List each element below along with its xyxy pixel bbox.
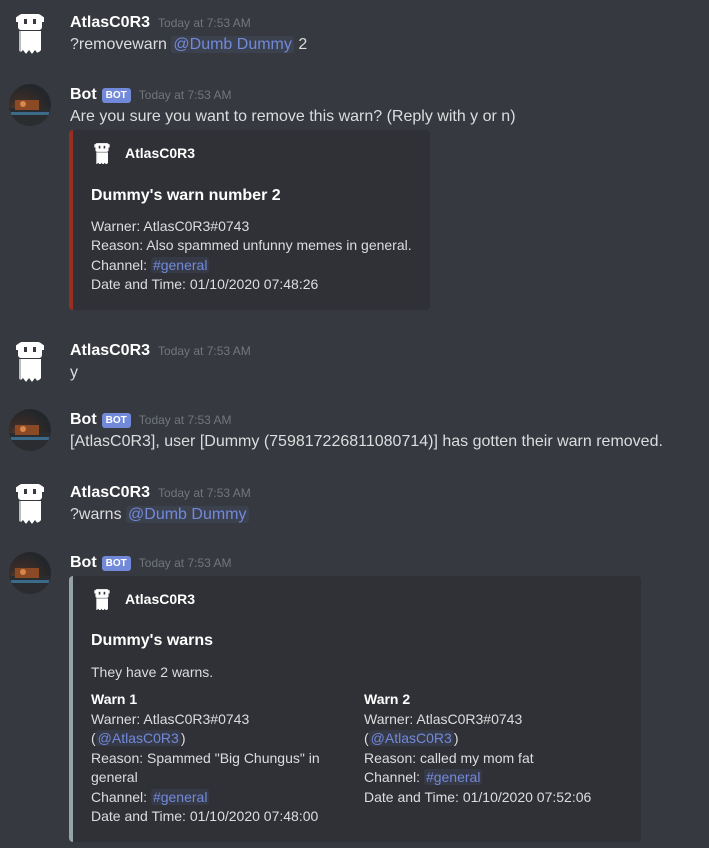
timestamp[interactable]: Today at 7:53 AM [158,344,251,358]
channel-link[interactable]: #general [423,769,483,785]
robot-author-icon [94,143,110,164]
embed-field-warn-1: Warn 1 Warner: AtlasC0R3#0743 (@AtlasC0R… [91,690,346,827]
embed-title: Dummy's warns [91,632,214,649]
channel-label: Channel: [91,257,148,273]
username[interactable]: AtlasC0R3 [70,484,150,502]
user-mention[interactable]: @Dumb Dummy [171,36,294,53]
warns-embed: AtlasC0R3 Dummy's warns They have 2 warn… [69,576,641,842]
user-mention[interactable]: @Dumb Dummy [126,506,249,523]
robot-avatar-icon [16,342,44,382]
embed-author: AtlasC0R3 [91,588,195,610]
user-mention[interactable]: @AtlasC0R3 [368,730,454,746]
bot-avatar-icon [9,100,51,126]
field-mention-line: (@AtlasC0R3) [364,729,634,749]
robot-avatar-icon [16,484,44,524]
paren-open: ( [364,730,369,746]
embed-author-name: AtlasC0R3 [125,591,196,607]
username[interactable]: Bot [70,411,97,429]
embed-channel-line: Channel: #general [91,257,210,273]
field-name: Warn 1 [91,691,138,707]
argument-text: 2 [298,36,308,53]
field-reason: Reason: Spammed "Big Chungus" in [91,749,320,766]
timestamp[interactable]: Today at 7:53 AM [139,413,232,427]
avatar[interactable] [9,340,51,382]
channel-link[interactable]: #general [150,788,210,805]
field-reason: Reason: called my mom fat [364,749,534,766]
message-content: ?removewarn @Dumb Dummy 2 [70,36,307,54]
username[interactable]: Bot [70,86,97,104]
embed-warner: Warner: AtlasC0R3#0743 [91,218,250,234]
message-content: Are you sure you want to remove this war… [70,108,516,125]
warn-embed: AtlasC0R3 Dummy's warn number 2 Warner: … [69,130,430,310]
field-channel-line: Channel: #general [364,768,634,788]
username[interactable]: AtlasC0R3 [70,342,150,360]
bot-tag: BOT [101,555,131,571]
username[interactable]: Bot [70,554,97,572]
field-warner: Warner: AtlasC0R3#0743 [91,710,250,727]
command-text: ?removewarn [70,36,167,53]
embed-description: They have 2 warns. [91,664,214,680]
bot-avatar-icon [9,425,51,451]
timestamp[interactable]: Today at 7:53 AM [139,556,232,570]
bot-tag: BOT [101,412,131,428]
bot-avatar-icon [9,568,51,594]
avatar[interactable] [9,409,51,451]
message-content: ?warns @Dumb Dummy [70,506,249,524]
message-content: [AtlasC0R3], user [Dummy (75981722681108… [70,433,663,450]
field-datetime: Date and Time: 01/10/2020 07:52:06 [364,788,592,805]
field-reason-cont: general [91,769,138,785]
robot-avatar-icon [16,14,44,54]
message-content: y [70,364,78,381]
timestamp[interactable]: Today at 7:53 AM [158,16,251,30]
field-mention-line: (@AtlasC0R3) [91,729,346,749]
embed-title: Dummy's warn number 2 [91,187,281,204]
channel-label: Channel: [91,788,148,805]
field-warner: Warner: AtlasC0R3#0743 [364,710,523,727]
avatar[interactable] [9,84,51,126]
user-mention[interactable]: @AtlasC0R3 [95,730,181,746]
paren-close: ) [180,730,186,746]
timestamp[interactable]: Today at 7:53 AM [158,486,251,500]
bot-tag: BOT [101,87,131,103]
paren-close: ) [453,730,459,746]
avatar[interactable] [9,482,51,524]
channel-label: Channel: [364,769,421,785]
timestamp[interactable]: Today at 7:53 AM [139,88,232,102]
embed-datetime: Date and Time: 01/10/2020 07:48:26 [91,276,319,292]
embed-author-name: AtlasC0R3 [125,145,196,161]
channel-link[interactable]: #general [150,257,210,273]
field-name: Warn 2 [364,691,411,707]
robot-author-icon [94,589,110,610]
embed-field-warn-2: Warn 2 Warner: AtlasC0R3#0743 (@AtlasC0R… [364,690,634,807]
command-text: ?warns [70,506,122,523]
paren-open: ( [91,730,96,746]
avatar[interactable] [9,552,51,594]
field-datetime: Date and Time: 01/10/2020 07:48:00 [91,808,319,824]
embed-reason: Reason: Also spammed unfunny memes in ge… [91,237,412,253]
avatar[interactable] [9,12,51,54]
embed-author: AtlasC0R3 [91,142,195,164]
field-channel-line: Channel: #general [91,788,346,808]
username[interactable]: AtlasC0R3 [70,14,150,32]
